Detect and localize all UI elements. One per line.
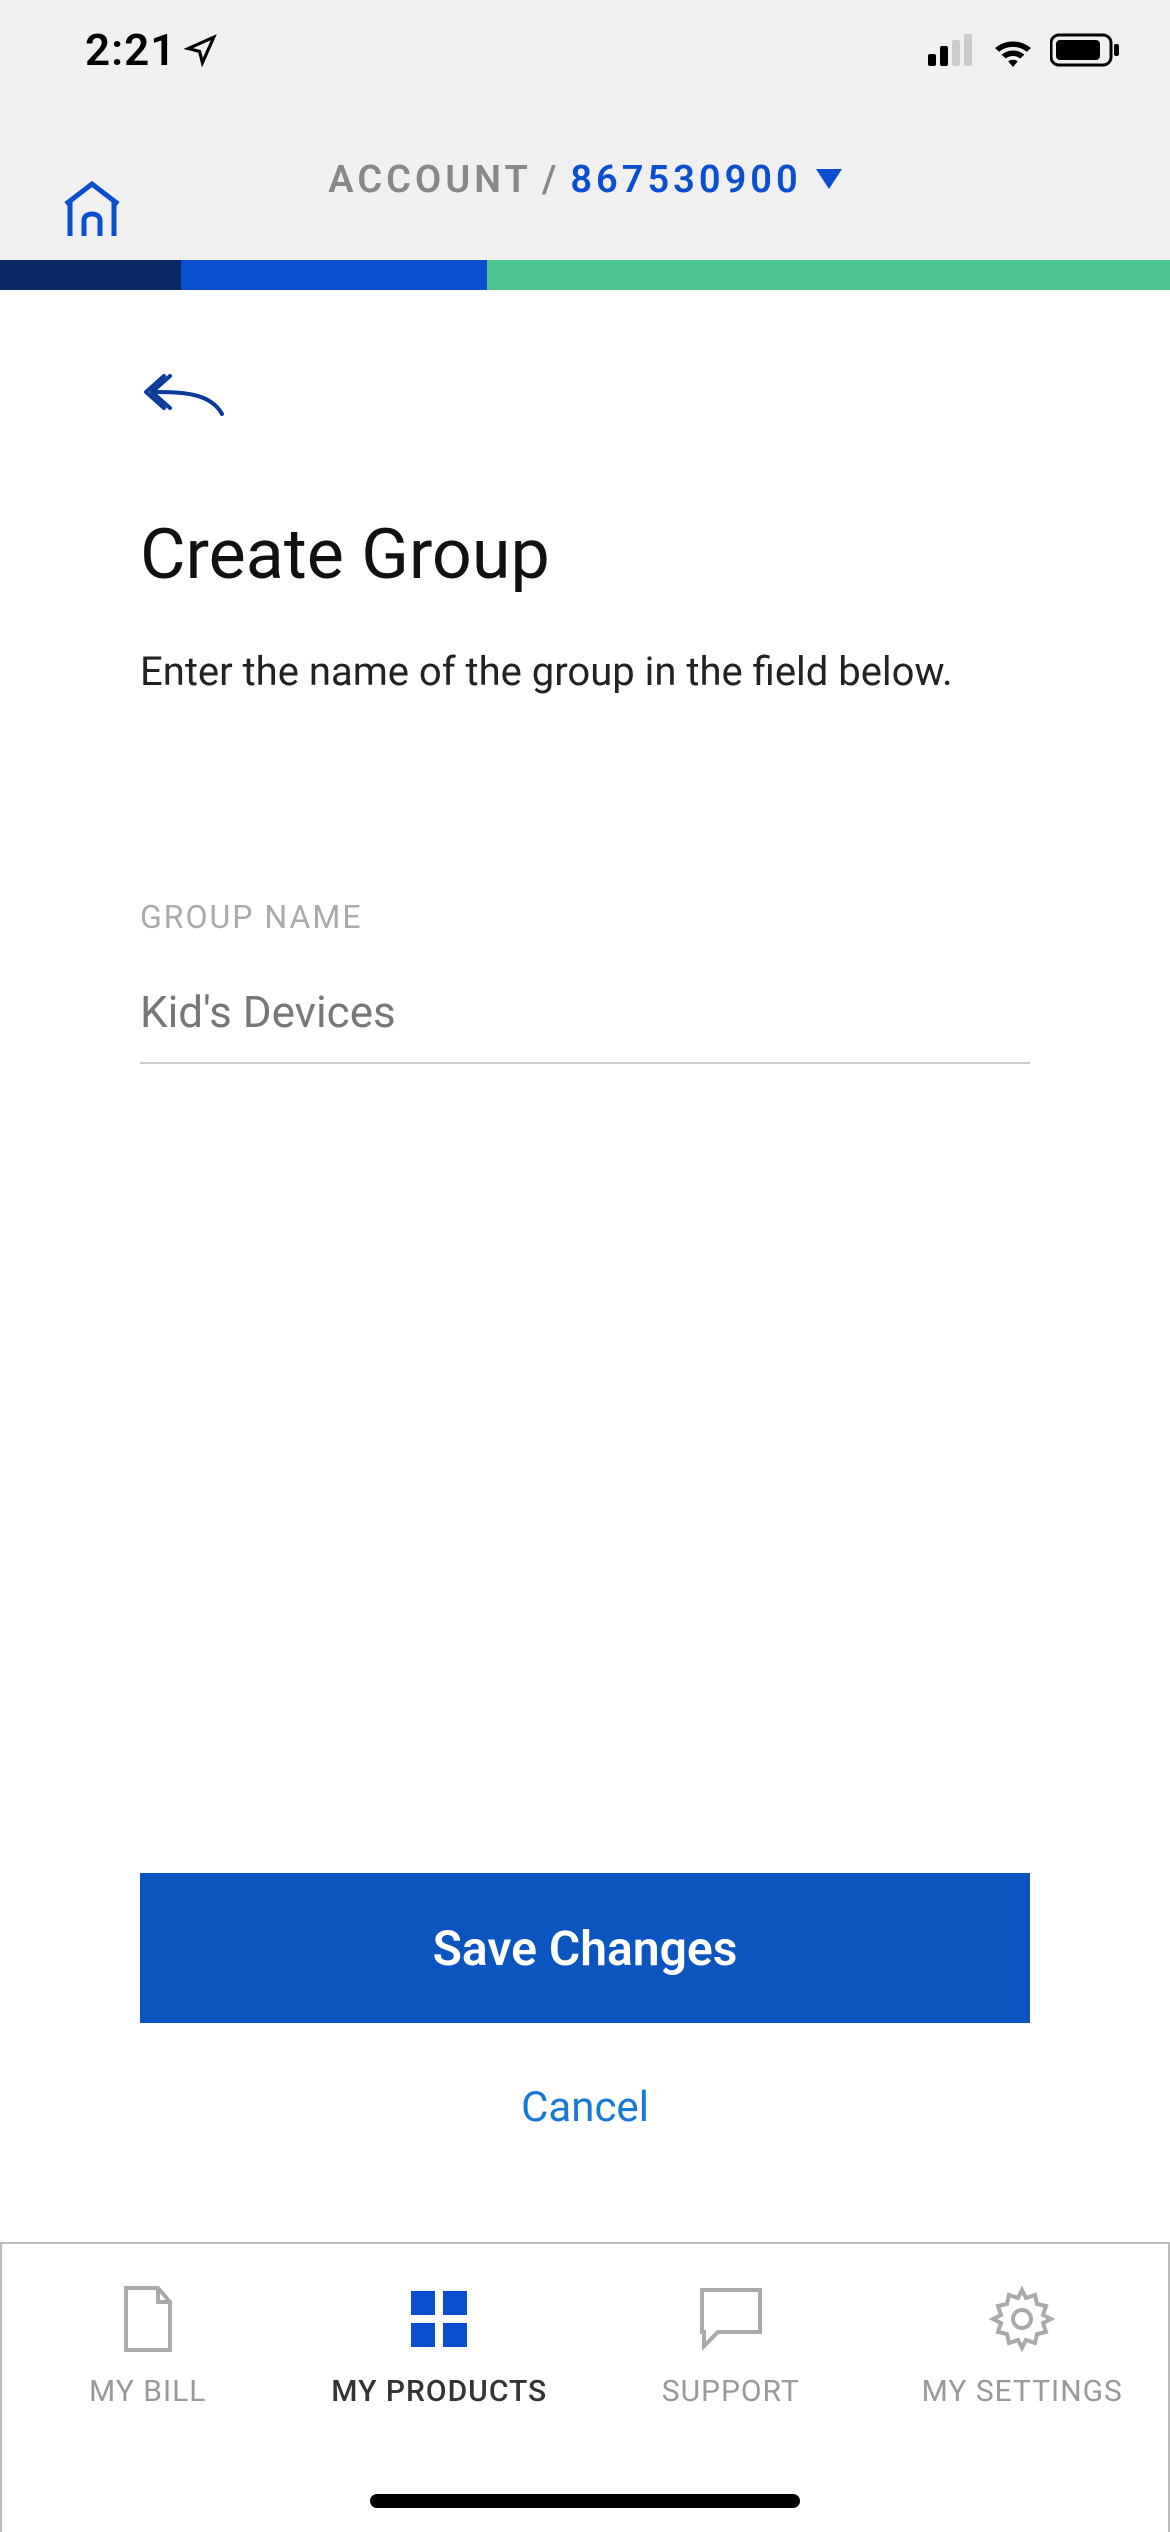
breadcrumb-separator: /	[542, 158, 560, 202]
nav-my-products[interactable]: MY PRODUCTS	[294, 2284, 586, 2409]
account-number: 867530900	[570, 158, 801, 202]
bill-icon	[120, 2284, 176, 2354]
page-title: Create Group	[140, 514, 1030, 596]
battery-icon	[1050, 33, 1120, 67]
nav-my-settings[interactable]: MY SETTINGS	[877, 2284, 1169, 2409]
page-subtitle: Enter the name of the group in the field…	[140, 646, 1030, 698]
chevron-down-icon	[816, 169, 842, 191]
nav-label: SUPPORT	[662, 2374, 800, 2409]
progress-bar	[0, 260, 1170, 290]
main-content: Create Group Enter the name of the group…	[0, 290, 1170, 2242]
cancel-button[interactable]: Cancel	[140, 2063, 1030, 2152]
group-name-label: GROUP NAME	[140, 898, 1030, 936]
cellular-icon	[928, 34, 976, 66]
breadcrumb: ACCOUNT / 867530900	[60, 158, 1110, 202]
bottom-nav: MY BILL MY PRODUCTS SUPPORT	[0, 2242, 1170, 2532]
status-bar: 2:21	[0, 0, 1170, 100]
progress-segment-1	[0, 260, 181, 290]
group-name-input[interactable]	[140, 976, 1030, 1064]
wifi-icon	[990, 33, 1036, 67]
progress-segment-2	[181, 260, 487, 290]
account-selector[interactable]: 867530900	[570, 158, 841, 202]
nav-support[interactable]: SUPPORT	[585, 2284, 877, 2409]
home-icon[interactable]	[60, 180, 124, 242]
save-button[interactable]: Save Changes	[140, 1873, 1030, 2023]
progress-segment-3	[487, 260, 1170, 290]
nav-my-bill[interactable]: MY BILL	[2, 2284, 294, 2409]
location-icon	[184, 33, 218, 67]
back-button[interactable]	[140, 370, 1030, 424]
status-time: 2:21	[85, 24, 218, 76]
status-time-text: 2:21	[85, 24, 176, 76]
products-icon	[407, 2284, 471, 2354]
home-indicator[interactable]	[370, 2494, 800, 2508]
app-header: ACCOUNT / 867530900	[0, 100, 1170, 260]
nav-label: MY BILL	[89, 2374, 206, 2409]
settings-icon	[987, 2284, 1057, 2354]
nav-label: MY PRODUCTS	[331, 2374, 547, 2409]
status-indicators	[928, 33, 1120, 67]
form-actions: Save Changes Cancel	[140, 1873, 1030, 2152]
breadcrumb-label: ACCOUNT	[328, 158, 532, 202]
support-icon	[696, 2284, 766, 2354]
nav-label: MY SETTINGS	[922, 2374, 1123, 2409]
